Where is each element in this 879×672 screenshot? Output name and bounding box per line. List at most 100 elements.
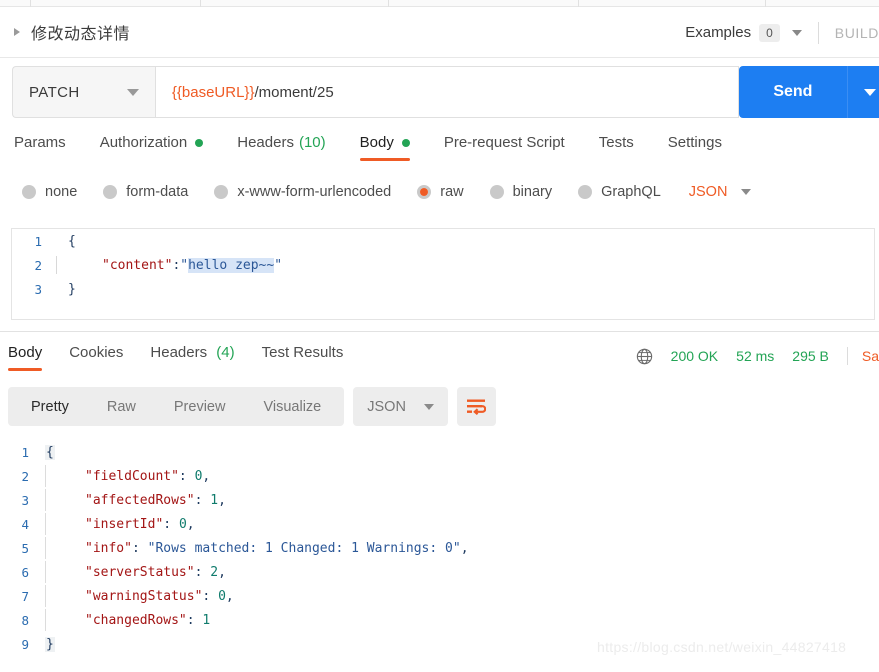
- tab-settings[interactable]: Settings: [668, 134, 722, 161]
- response-size[interactable]: 295 B: [792, 348, 829, 364]
- body-type-graphql[interactable]: GraphQL: [578, 184, 661, 200]
- code-line: 8 "changedRows": 1: [0, 608, 879, 632]
- tab-tests[interactable]: Tests: [599, 134, 634, 161]
- body-type-raw[interactable]: raw: [417, 184, 464, 200]
- radio-selected-icon: [417, 185, 432, 199]
- code-line: 6 "serverStatus": 2,: [0, 560, 879, 584]
- code-token-comma: ,: [460, 540, 469, 556]
- code-token-value: 0: [218, 588, 226, 604]
- url-input[interactable]: {{baseURL}}/moment/25: [154, 66, 739, 118]
- body-type-options: none form-data x-www-form-urlencoded raw…: [22, 184, 752, 200]
- segment-visualize[interactable]: Visualize: [244, 399, 340, 415]
- line-number: 3: [21, 492, 29, 508]
- response-language-select[interactable]: JSON: [353, 387, 448, 426]
- body-type-none[interactable]: none: [22, 184, 77, 200]
- code-token-value: 1: [202, 612, 211, 628]
- tab-params[interactable]: Params: [14, 134, 66, 161]
- expand-triangle-icon[interactable]: [14, 28, 20, 36]
- tab-headers[interactable]: Headers (10): [237, 134, 325, 161]
- tab-label: Pre-request Script: [443, 134, 565, 151]
- code-token-key: "changedRows": [85, 612, 187, 628]
- send-button[interactable]: Send: [738, 66, 847, 118]
- segment-pretty[interactable]: Pretty: [12, 399, 88, 415]
- body-type-form-data[interactable]: form-data: [103, 184, 188, 200]
- tab-body[interactable]: Body: [359, 134, 410, 161]
- response-tab-test-results[interactable]: Test Results: [262, 344, 344, 371]
- response-format-segments: Pretty Raw Preview Visualize: [8, 387, 345, 426]
- page-title: 修改动态详情: [31, 26, 131, 43]
- tab-label: Settings: [667, 134, 722, 151]
- line-number: 5: [21, 540, 29, 556]
- response-body-viewer[interactable]: 1 { 2 "fieldCount": 0, 3 "affectedRows":…: [0, 440, 879, 655]
- response-tab-headers[interactable]: Headers (4): [150, 344, 234, 371]
- code-line: 7 "warningStatus": 0,: [0, 584, 879, 608]
- code-token-key: "insertId": [85, 516, 164, 532]
- radio-icon: [578, 185, 593, 199]
- indent-guide: [56, 256, 57, 274]
- response-tab-cookies[interactable]: Cookies: [69, 344, 123, 371]
- option-label: form-data: [126, 184, 189, 200]
- code-line: 3 "affectedRows": 1,: [0, 488, 879, 512]
- tab-pre-request-script[interactable]: Pre-request Script: [444, 134, 565, 161]
- line-number: 6: [21, 564, 29, 580]
- build-label[interactable]: BUILD: [835, 25, 879, 41]
- request-title-row: 修改动态详情 Examples 0 BUILD: [0, 7, 879, 58]
- response-language-value: JSON: [367, 398, 406, 415]
- response-status[interactable]: 200 OK: [671, 348, 718, 364]
- option-label: GraphQL: [601, 184, 661, 200]
- option-label: x-www-form-urlencoded: [237, 184, 392, 200]
- tab-label: Headers: [237, 134, 294, 151]
- body-format-select[interactable]: JSON: [687, 184, 752, 200]
- code-line: 1 {: [12, 229, 874, 253]
- code-token-brace: }: [68, 281, 76, 297]
- tab-authorization[interactable]: Authorization: [100, 134, 204, 161]
- status-dot-icon: [401, 138, 410, 147]
- request-body-editor[interactable]: 1 { 2 "content" : " hello zep~~ " 3 }: [11, 228, 875, 320]
- http-method-value: PATCH: [29, 83, 80, 101]
- examples-label: Examples: [685, 24, 752, 41]
- option-label: binary: [512, 184, 553, 200]
- postman-window: 修改动态详情 Examples 0 BUILD PATCH {{baseURL}…: [0, 0, 879, 672]
- tab-label: Authorization: [99, 134, 188, 151]
- request-title-group[interactable]: 修改动态详情: [14, 20, 130, 44]
- code-token-key: "affectedRows": [85, 492, 195, 508]
- segment-preview[interactable]: Preview: [155, 399, 245, 415]
- chevron-down-icon: [741, 189, 752, 195]
- response-view-toolbar: Pretty Raw Preview Visualize JSON: [8, 387, 496, 426]
- body-type-urlencoded[interactable]: x-www-form-urlencoded: [214, 184, 391, 200]
- tab-label: Params: [14, 134, 66, 151]
- code-token-comma: ,: [186, 516, 195, 532]
- code-token-key: "warningStatus": [85, 588, 203, 604]
- send-options-button[interactable]: [846, 66, 879, 118]
- word-wrap-icon: [467, 399, 487, 415]
- code-token-value-selected: hello zep~~: [188, 257, 275, 273]
- http-method-select[interactable]: PATCH: [12, 66, 155, 118]
- code-token-quote: ": [180, 257, 189, 273]
- response-time[interactable]: 52 ms: [736, 348, 774, 364]
- response-tab-body[interactable]: Body: [8, 344, 43, 371]
- radio-icon: [22, 185, 36, 199]
- indent-guide: [45, 537, 46, 559]
- radio-icon: [103, 185, 118, 199]
- body-type-binary[interactable]: binary: [489, 184, 553, 200]
- body-format-value: JSON: [688, 184, 728, 200]
- tab-label: Headers: [150, 344, 208, 361]
- code-line: 5 "info": "Rows matched: 1 Changed: 1 Wa…: [0, 536, 879, 560]
- segment-raw[interactable]: Raw: [88, 399, 155, 415]
- response-tabs: Body Cookies Headers (4) Test Results: [8, 344, 370, 371]
- globe-icon[interactable]: [636, 348, 653, 365]
- save-response-button[interactable]: Sa: [862, 348, 879, 364]
- examples-chevron-down-icon[interactable]: [791, 29, 802, 36]
- line-number: 9: [21, 636, 29, 652]
- active-tab-underline: [359, 158, 410, 161]
- divider: [817, 21, 819, 44]
- indent-guide: [45, 561, 46, 583]
- line-number: 1: [34, 233, 42, 249]
- radio-icon: [489, 185, 504, 199]
- pane-divider[interactable]: [0, 331, 879, 332]
- code-line: 3 }: [12, 277, 874, 301]
- code-line: 1 {: [0, 440, 879, 464]
- tab-strip-sliver: [0, 0, 879, 7]
- tab-label: Test Results: [261, 344, 344, 361]
- word-wrap-button[interactable]: [456, 387, 496, 426]
